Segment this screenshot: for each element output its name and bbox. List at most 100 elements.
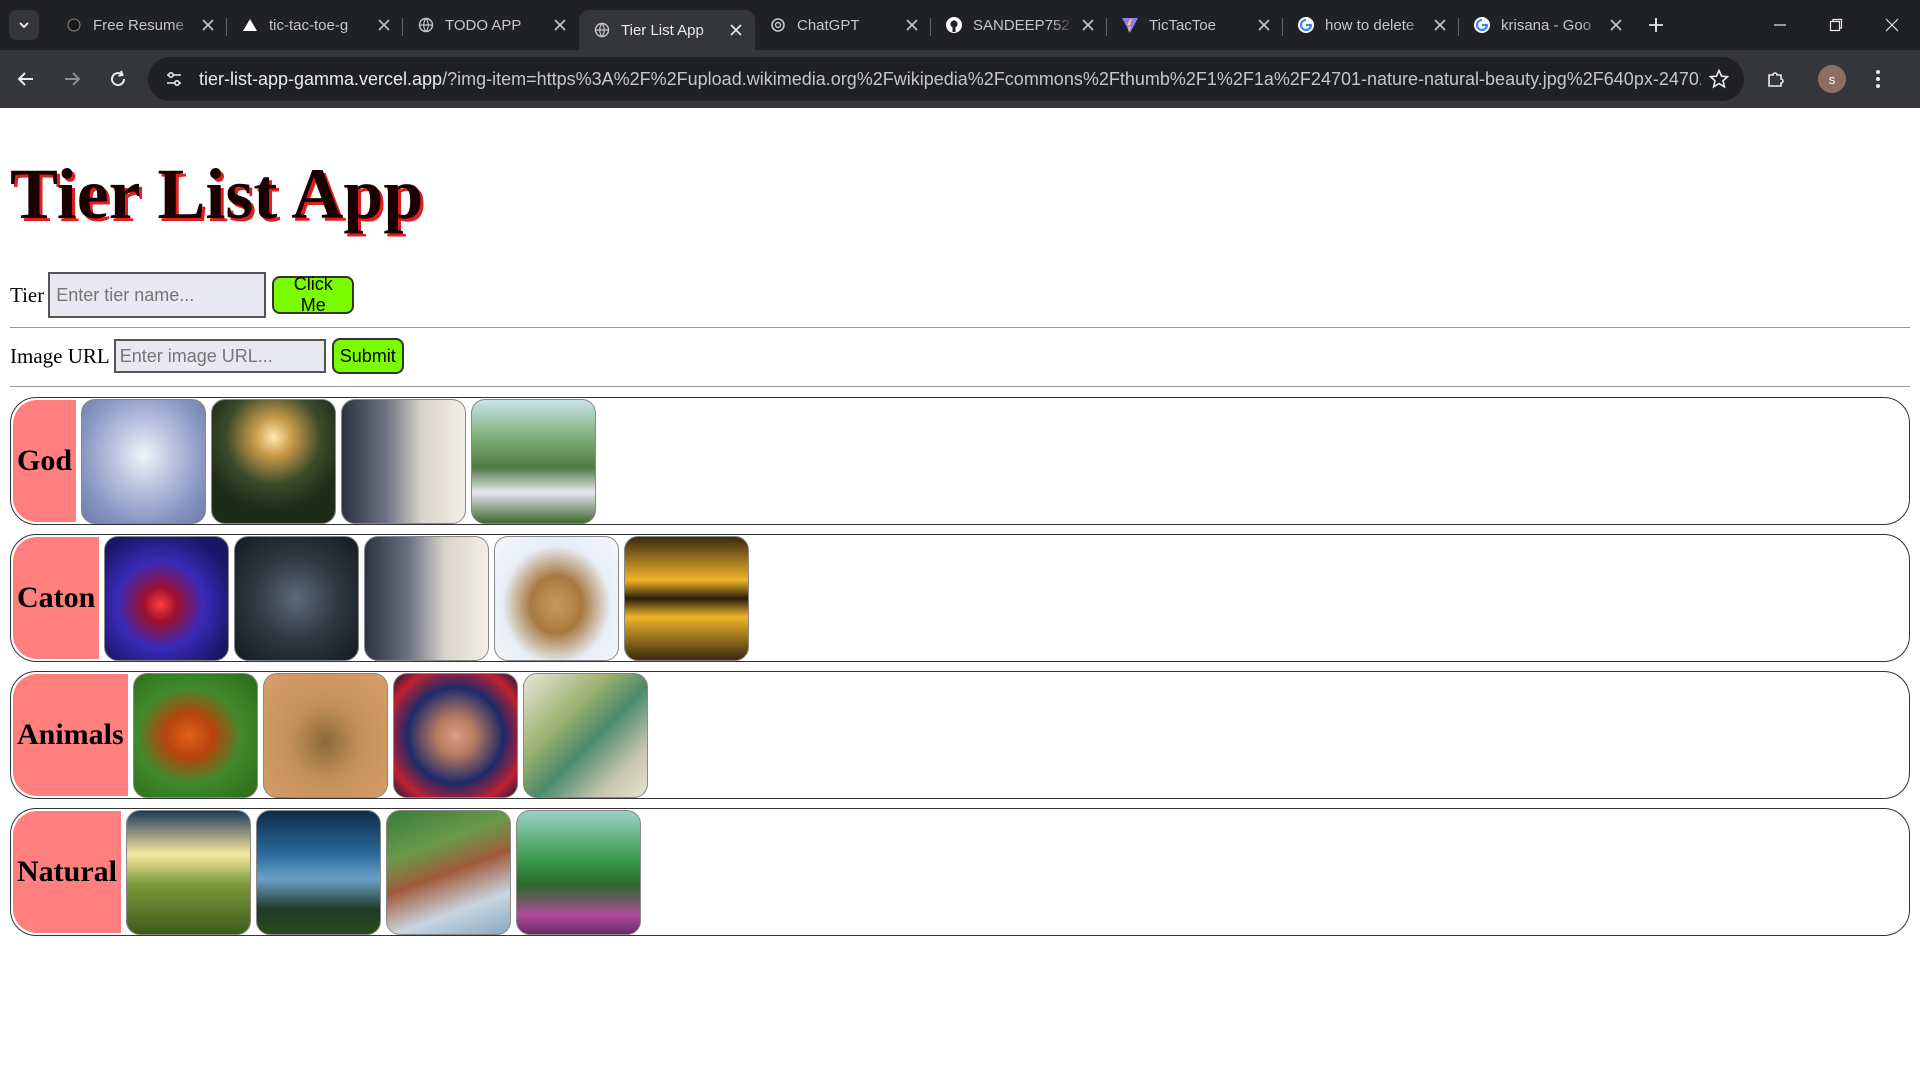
lioness-image[interactable] — [494, 535, 620, 661]
sunset-tree-reflection-image[interactable] — [624, 535, 750, 661]
close-icon[interactable] — [199, 16, 217, 34]
site-info-button[interactable] — [160, 64, 189, 94]
tab-search-button[interactable] — [9, 10, 39, 40]
tier-items — [128, 672, 648, 798]
tier-row-natural[interactable]: Natural — [10, 808, 1910, 936]
tier-name: Caton — [13, 537, 100, 659]
tab-github[interactable]: SANDEEP752 — [931, 6, 1107, 44]
close-icon[interactable] — [903, 16, 921, 34]
captain-america-shield-image[interactable] — [364, 535, 490, 661]
tier-items — [121, 809, 641, 935]
address-bar[interactable]: tier-list-app-gamma.vercel.app/?img-item… — [148, 57, 1744, 101]
chatgpt-icon — [769, 16, 787, 34]
github-icon — [945, 16, 963, 34]
reload-icon — [111, 70, 126, 87]
close-icon[interactable] — [727, 21, 745, 39]
back-button[interactable] — [6, 59, 46, 99]
tab-title: ChatGPT — [797, 16, 860, 34]
image-url-input[interactable] — [113, 339, 326, 373]
window-controls — [1752, 0, 1920, 50]
radha-krishna-image[interactable] — [211, 398, 337, 524]
vercel-triangle-icon — [241, 16, 259, 34]
tier-name: Animals — [13, 674, 128, 796]
tab-tictactoe[interactable]: TicTacToe — [1107, 6, 1283, 44]
google-icon — [1473, 16, 1491, 34]
bookmark-button[interactable] — [1701, 61, 1736, 97]
close-icon[interactable] — [1255, 16, 1273, 34]
star-icon — [1708, 69, 1729, 89]
tier-name: God — [13, 400, 77, 522]
divider — [10, 386, 1910, 387]
tier-label: Tier — [10, 282, 45, 307]
tab-title: krisana - Goo — [1501, 16, 1592, 34]
captain-america-standing-image[interactable] — [234, 535, 360, 661]
tier-row-caton[interactable]: Caton — [10, 534, 1910, 662]
arrow-right-icon — [65, 72, 81, 86]
peacock-painting-image[interactable] — [522, 672, 648, 798]
shiva-meditating-image[interactable] — [81, 398, 207, 524]
close-icon[interactable] — [1607, 16, 1625, 34]
add-tier-button[interactable]: Click Me — [272, 274, 355, 315]
tab-google-search-delete[interactable]: how to delete — [1283, 6, 1459, 44]
tab-title: Tier List App — [621, 21, 704, 39]
image-form: Image URL Submit — [10, 338, 1910, 374]
moonlit-lake-pier-image[interactable] — [256, 809, 381, 935]
tab-tic-tac-toe[interactable]: tic-tac-toe-g — [227, 6, 403, 44]
image-url-label: Image URL — [10, 343, 110, 368]
tab-title: tic-tac-toe-g — [269, 16, 349, 34]
close-window-button[interactable] — [1864, 0, 1920, 50]
url-host: tier-list-app-gamma.vercel.app — [198, 68, 443, 89]
tab-todo-app[interactable]: TODO APP — [403, 6, 579, 44]
forward-button[interactable] — [52, 59, 92, 99]
flower-stream-image[interactable] — [471, 398, 597, 524]
chris-evans-image[interactable] — [392, 672, 518, 798]
squirrel-image[interactable] — [132, 672, 258, 798]
plus-icon — [1649, 18, 1663, 32]
reload-button[interactable] — [98, 59, 138, 99]
restore-button[interactable] — [1808, 0, 1864, 50]
globe-icon — [593, 21, 611, 39]
tab-title: how to delete — [1325, 16, 1415, 34]
url-path: /?img-item=https%3A%2F%2Fupload.wikimedi… — [442, 68, 1702, 89]
new-tab-button[interactable] — [1641, 10, 1671, 40]
iron-man-image[interactable] — [104, 535, 230, 661]
divider — [10, 327, 1910, 328]
tune-icon — [167, 71, 182, 87]
browser-menu-button[interactable] — [1858, 59, 1898, 99]
close-icon[interactable] — [1431, 16, 1449, 34]
tab-free-resume[interactable]: Free Resume — [51, 6, 227, 44]
puzzle-icon — [1768, 72, 1784, 87]
google-icon — [1297, 16, 1315, 34]
tier-name-input[interactable] — [48, 272, 267, 318]
more-vert-icon — [1876, 70, 1880, 88]
url-text[interactable]: tier-list-app-gamma.vercel.app/?img-item… — [199, 69, 1701, 90]
tab-title: TODO APP — [445, 16, 522, 34]
profile-avatar[interactable]: s — [1818, 65, 1846, 93]
tier-row-god[interactable]: God — [10, 397, 1910, 525]
close-icon[interactable] — [375, 16, 393, 34]
tab-title: SANDEEP752 — [973, 16, 1070, 34]
leopard-image[interactable] — [262, 672, 388, 798]
tab-title: TicTacToe — [1149, 16, 1216, 34]
tier-items — [76, 398, 597, 524]
resume-site-icon — [65, 16, 83, 34]
extensions-button[interactable] — [1756, 59, 1796, 99]
tier-name: Natural — [13, 811, 121, 933]
tier-items — [99, 535, 750, 661]
wooden-walkway-image[interactable] — [386, 809, 511, 935]
tab-google-search-krisana[interactable]: krisana - Goo — [1459, 6, 1635, 44]
chevron-down-icon — [19, 22, 29, 29]
sunset-tree-meadow-image[interactable] — [126, 809, 251, 935]
restore-icon — [1829, 18, 1843, 32]
close-icon[interactable] — [1079, 16, 1097, 34]
minimize-button[interactable] — [1752, 0, 1808, 50]
tier-row-animals[interactable]: Animals — [10, 671, 1910, 799]
submit-image-button[interactable]: Submit — [331, 338, 404, 374]
green-tree-flowers-image[interactable] — [516, 809, 641, 935]
close-icon[interactable] — [551, 16, 569, 34]
tab-chatgpt[interactable]: ChatGPT — [755, 6, 931, 44]
page-content: Tier List App Tier Click Me Image URL Su… — [0, 108, 1920, 1078]
tab-tier-list-app[interactable]: Tier List App — [579, 10, 755, 50]
captain-america-shield-image[interactable] — [341, 398, 467, 524]
tier-form: Tier Click Me — [10, 272, 1910, 318]
